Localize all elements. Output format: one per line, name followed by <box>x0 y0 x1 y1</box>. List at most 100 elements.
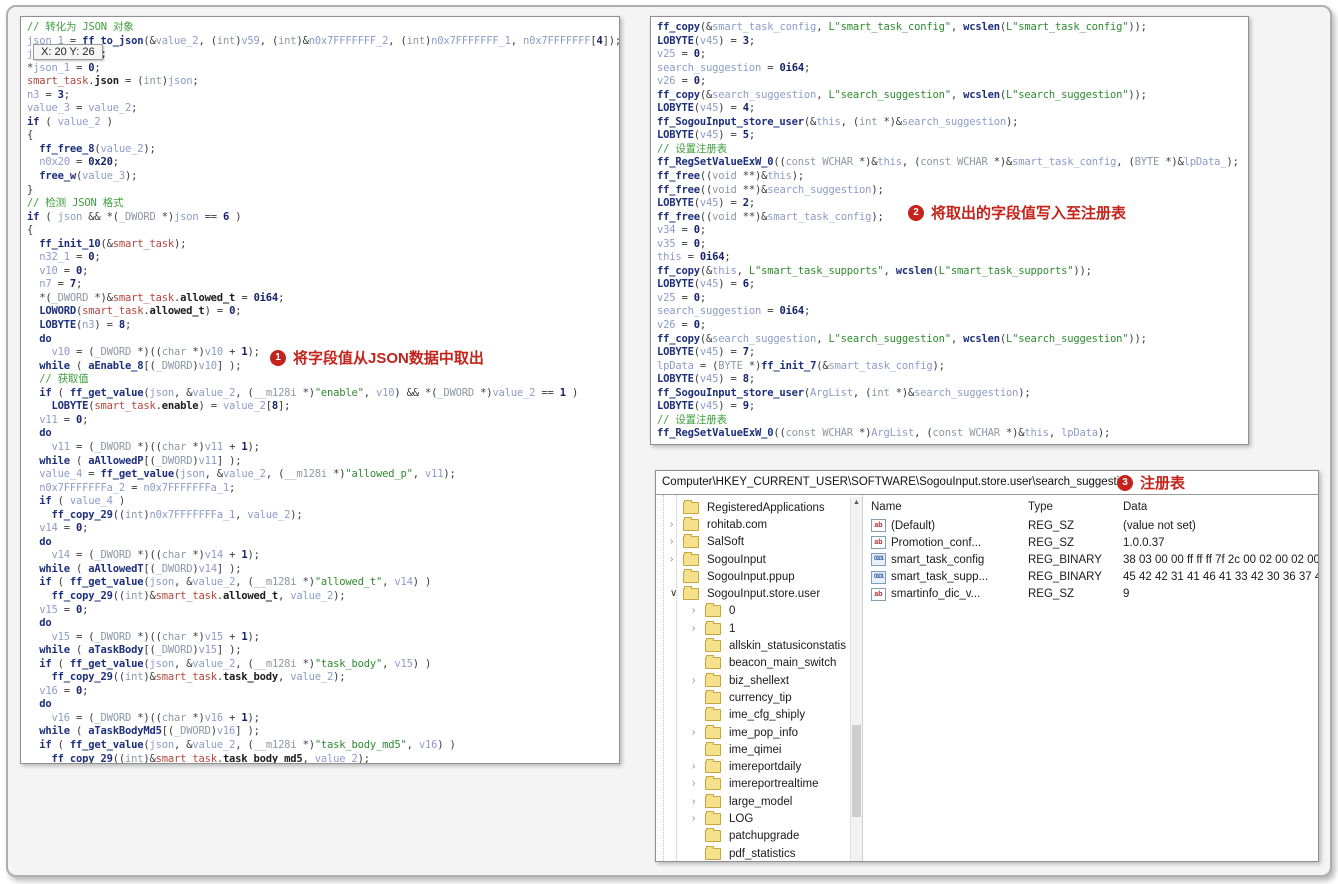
code-line: n0x20 = 0x20; <box>39 156 119 169</box>
tree-item-LOG[interactable]: › LOG <box>656 810 862 827</box>
code-line: *(_DWORD *)&smart_task.allowed_t = 0i64; <box>39 291 285 304</box>
code-line: // 转化为 JSON 对象 <box>27 21 134 33</box>
chevron-right-icon[interactable]: › <box>692 779 705 789</box>
code-line: ff_copy_29((int)&smart_task.allowed_t, v… <box>51 589 346 602</box>
chevron-right-icon[interactable]: › <box>692 762 705 772</box>
annotation-2: 2 将取出的字段值写入至注册表 <box>908 202 1126 223</box>
registry-row[interactable]: ab (Default) REG_SZ (value not set) <box>863 517 1318 534</box>
chevron-right-icon[interactable]: › <box>692 623 705 634</box>
code-line: LOBYTE(smart_task.enable) = value_2[8]; <box>51 400 291 413</box>
folder-icon <box>683 586 699 601</box>
column-header-name[interactable]: Name <box>863 501 1028 513</box>
tree-item-RegisteredApplications[interactable]: RegisteredApplications <box>656 499 862 516</box>
code-line: do <box>39 332 52 345</box>
chevron-right-icon[interactable]: › <box>692 675 705 686</box>
tree-item-1[interactable]: › 1 <box>656 620 862 637</box>
tree-item-rohitab.com[interactable]: › rohitab.com <box>656 516 862 533</box>
tree-item-imereportdaily[interactable]: › imereportdaily <box>656 758 862 775</box>
chevron-right-icon[interactable]: › <box>692 796 705 807</box>
annotation-2-text: 将取出的字段值写入至注册表 <box>931 205 1127 222</box>
chevron-right-icon[interactable]: › <box>692 606 705 616</box>
chevron-right-icon[interactable]: › <box>670 519 683 530</box>
code-line: LOBYTE(v45) = 7; <box>657 346 755 359</box>
folder-icon <box>683 534 699 549</box>
column-header-type[interactable]: Type <box>1028 501 1123 513</box>
code-line: LOBYTE(v45) = 4; <box>657 102 755 115</box>
tree-item-currency_tip[interactable]: currency_tip <box>656 689 862 706</box>
code-line: // 获取值 <box>27 373 89 386</box>
code-line: if ( value_2 ) <box>27 115 113 128</box>
registry-row[interactable]: 0101 smart_task_config REG_BINARY 38 03 00 … <box>863 551 1318 568</box>
code-line: LOWORD(smart_task.allowed_t) = 0; <box>39 305 242 318</box>
code-line: if ( value_4 ) <box>39 495 125 508</box>
reg-string-icon: ab <box>871 519 886 533</box>
code-line: // 设置注册表 <box>657 413 727 426</box>
code-line: v16 = (_DWORD *)((char *)v16 + 1); <box>51 711 260 724</box>
code-line: while ( aTaskBody[(_DWORD)v15] ); <box>39 644 242 657</box>
code-line: v35 = 0; <box>657 237 706 250</box>
reg-string-icon: ab <box>871 587 886 601</box>
tree-item-SogouInput[interactable]: › SogouInput <box>656 551 862 568</box>
code-line: ff_SogouInput_store_user(&this, (int *)&… <box>657 115 1019 128</box>
folder-icon <box>705 655 721 670</box>
value-name: Promotion_conf... <box>891 536 982 549</box>
registry-address-bar[interactable]: Computer\HKEY_CURRENT_USER\SOFTWARE\Sogo… <box>656 471 1318 495</box>
code-line: v14 = (_DWORD *)((char *)v14 + 1); <box>51 549 260 562</box>
tree-item-beacon_main_switch[interactable]: beacon_main_switch <box>656 655 862 672</box>
code-line: search_suggestion = 0i64; <box>657 305 811 318</box>
folder-icon <box>705 724 721 739</box>
tree-item-allskin_statusiconstatis[interactable]: allskin_statusiconstatis <box>656 637 862 654</box>
folder-icon <box>705 672 721 687</box>
tree-item-label: RegisteredApplications <box>707 501 825 514</box>
code-line: value_4 = ff_get_value(json, &value_2, (… <box>39 468 456 481</box>
tree-item-SogouInput.ppup[interactable]: SogouInput.ppup <box>656 568 862 585</box>
tree-item-ime_cfg_shiply[interactable]: ime_cfg_shiply <box>656 707 862 724</box>
tree-item-SogouInput.store.user[interactable]: ∨ SogouInput.store.user <box>656 585 862 602</box>
registry-row[interactable]: 0101 smart_task_supp... REG_BINARY 45 42 42… <box>863 569 1318 586</box>
tree-item-label: LOG <box>729 812 754 825</box>
code-line: v14 = 0; <box>39 522 89 535</box>
chevron-right-icon[interactable]: › <box>670 554 683 565</box>
code-line: { <box>27 129 34 142</box>
tree-item-label: imereportdaily <box>729 761 802 774</box>
tree-item-0[interactable]: › 0 <box>656 603 862 620</box>
column-header-data[interactable]: Data <box>1123 501 1318 513</box>
registry-row[interactable]: ab Promotion_conf... REG_SZ 1.0.0.37 <box>863 534 1318 551</box>
annotation-3-text: 注册表 <box>1140 475 1186 492</box>
tree-item-ime_qimei[interactable]: ime_qimei <box>656 741 862 758</box>
folder-icon <box>705 707 721 722</box>
coords-tooltip: X: 20 Y: 26 <box>33 44 103 60</box>
code-line: LOBYTE(v45) = 9; <box>657 400 755 413</box>
annotation-1-text: 将字段值从JSON数据中取出 <box>293 350 484 367</box>
annotation-3: 3 注册表 <box>1117 472 1185 493</box>
registry-row[interactable]: ab smartinfo_dic_v... REG_SZ 9 <box>863 586 1318 603</box>
annotation-1: 1 将字段值从JSON数据中取出 <box>270 347 484 368</box>
code-line: v11 = 0; <box>39 413 89 426</box>
tree-item-pdf_statistics[interactable]: pdf_statistics <box>656 845 862 861</box>
tree-item-biz_shellext[interactable]: › biz_shellext <box>656 672 862 689</box>
code-line: do <box>39 617 52 630</box>
code-line: ff_copy_29((int)&smart_task.task_body_md… <box>51 752 371 764</box>
chevron-right-icon[interactable]: › <box>692 727 705 738</box>
code-line: ff_copy(&smart_task_config, L"smart_task… <box>657 21 1147 33</box>
code-line: smart_task.json = (int)json; <box>27 75 199 88</box>
tree-item-SalSoft[interactable]: › SalSoft <box>656 534 862 551</box>
value-name: smart_task_supp... <box>891 571 989 584</box>
code-line: ff_RegSetValueExW_0((const WCHAR *)&this… <box>657 156 1239 169</box>
chevron-down-icon[interactable]: ∨ <box>670 589 683 599</box>
tree-item-large_model[interactable]: › large_model <box>656 793 862 810</box>
tree-item-patchupgrade[interactable]: patchupgrade <box>656 828 862 845</box>
tree-item-label: SogouInput.ppup <box>707 570 795 583</box>
tree-item-label: SalSoft <box>707 536 745 549</box>
code-line: n7 = 7; <box>39 278 83 291</box>
code-line: v16 = 0; <box>39 684 89 697</box>
chevron-right-icon[interactable]: › <box>692 813 705 824</box>
tree-item-ime_pop_info[interactable]: › ime_pop_info <box>656 724 862 741</box>
value-type: REG_SZ <box>1028 519 1075 532</box>
code-line: n32_1 = 0; <box>39 251 101 264</box>
chevron-right-icon[interactable]: › <box>670 537 683 547</box>
folder-icon <box>705 828 721 843</box>
code-line: while ( aAllowedT[(_DWORD)v14] ); <box>39 562 242 575</box>
code-line: } <box>27 183 34 196</box>
tree-item-imereportrealtime[interactable]: › imereportrealtime <box>656 776 862 793</box>
